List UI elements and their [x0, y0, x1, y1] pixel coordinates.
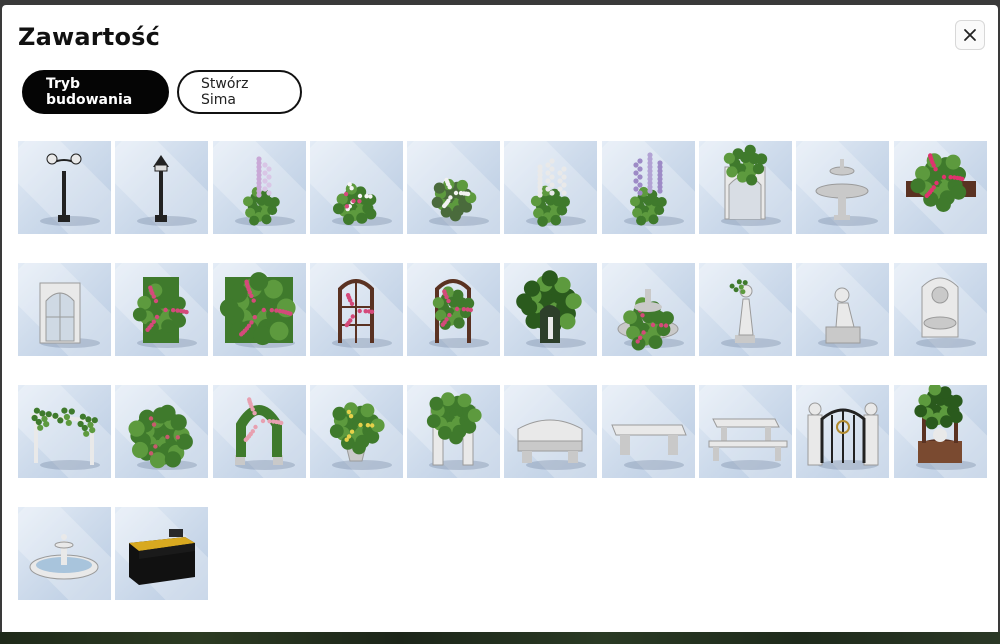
content-item-tile[interactable] — [796, 385, 890, 478]
round-bush-icon — [128, 404, 198, 470]
ivy-arch-statue-icon — [516, 270, 587, 348]
content-item-tile[interactable] — [115, 507, 209, 600]
garden-fountain-pool-icon — [29, 534, 99, 580]
content-item-tile[interactable] — [893, 263, 987, 356]
content-item-tile[interactable] — [18, 385, 111, 478]
stone-bench-icon — [517, 419, 587, 470]
stone-fountain-icon — [815, 159, 879, 226]
content-item-tile[interactable] — [796, 141, 890, 234]
double-lamp-post-icon — [40, 153, 100, 226]
iron-gate-icon — [807, 402, 879, 470]
lupine-plant-icon — [526, 158, 587, 227]
tiered-fountain-planter-icon — [617, 289, 684, 351]
content-item-tile[interactable] — [601, 141, 695, 234]
content-item-tile[interactable] — [796, 263, 890, 356]
content-item-tile[interactable] — [212, 263, 306, 356]
rose-hedge-narrow-icon — [133, 277, 198, 348]
white-bush-icon — [429, 177, 490, 226]
content-item-tile[interactable] — [699, 263, 793, 356]
rose-arch-icon — [234, 397, 295, 470]
wishing-well-icon — [914, 385, 976, 470]
picnic-table-icon — [708, 418, 788, 470]
content-dialog: Zawartość Tryb budowania Stwórz Sima — [2, 5, 998, 632]
arched-window-icon — [39, 282, 100, 348]
content-item-tile[interactable] — [18, 507, 111, 600]
background-game-scene — [0, 632, 1000, 644]
content-item-tile[interactable] — [212, 141, 306, 234]
content-item-tile[interactable] — [115, 141, 209, 234]
lion-wall-fountain-icon — [915, 277, 976, 348]
content-item-tile[interactable] — [601, 385, 695, 478]
wooden-trellis-icon — [331, 279, 392, 348]
content-item-tile[interactable] — [309, 385, 403, 478]
flower-patch-icon — [331, 182, 392, 226]
simple-stone-bench-icon — [611, 424, 687, 470]
content-item-tile[interactable] — [893, 385, 987, 478]
content-item-tile[interactable] — [601, 263, 695, 356]
woman-statue-icon — [721, 279, 782, 348]
dialog-title: Zawartość — [18, 23, 161, 51]
content-item-tile[interactable] — [407, 385, 501, 478]
content-item-tile[interactable] — [699, 141, 793, 234]
mode-tabs: Tryb budowania Stwórz Sima — [22, 70, 302, 114]
content-item-tile[interactable] — [18, 263, 111, 356]
ivy-stone-arch-icon — [427, 392, 490, 470]
rose-hedge-wide-icon — [219, 272, 296, 348]
foxglove-plant-icon — [234, 156, 295, 226]
content-item-tile[interactable] — [18, 141, 111, 234]
pink-flower-box-icon — [905, 153, 976, 212]
close-icon — [964, 29, 976, 41]
content-item-tile[interactable] — [212, 385, 306, 478]
content-item-tile[interactable] — [115, 385, 209, 478]
ivy-gazebo-arch-icon — [721, 144, 782, 226]
lantern-post-icon — [137, 155, 198, 226]
content-item-tile[interactable] — [407, 141, 501, 234]
rose-trellis-icon — [429, 279, 490, 348]
chest-icon — [129, 529, 196, 585]
content-item-tile[interactable] — [309, 141, 403, 234]
vine-pergola-icon — [29, 407, 100, 470]
seated-statue-icon — [818, 287, 879, 348]
content-item-tile[interactable] — [115, 263, 209, 356]
content-items-grid — [18, 141, 987, 600]
lavender-plant-icon — [623, 152, 684, 226]
tab-build-mode[interactable]: Tryb budowania — [22, 70, 169, 114]
content-item-tile[interactable] — [504, 385, 598, 478]
close-button[interactable] — [955, 20, 985, 50]
content-item-tile[interactable] — [893, 141, 987, 234]
content-item-tile[interactable] — [504, 263, 598, 356]
content-item-tile[interactable] — [407, 263, 501, 356]
tab-create-a-sim[interactable]: Stwórz Sima — [177, 70, 302, 114]
content-item-tile[interactable] — [699, 385, 793, 478]
content-item-tile[interactable] — [504, 141, 598, 234]
content-item-tile[interactable] — [309, 263, 403, 356]
flower-urn-icon — [329, 402, 392, 470]
